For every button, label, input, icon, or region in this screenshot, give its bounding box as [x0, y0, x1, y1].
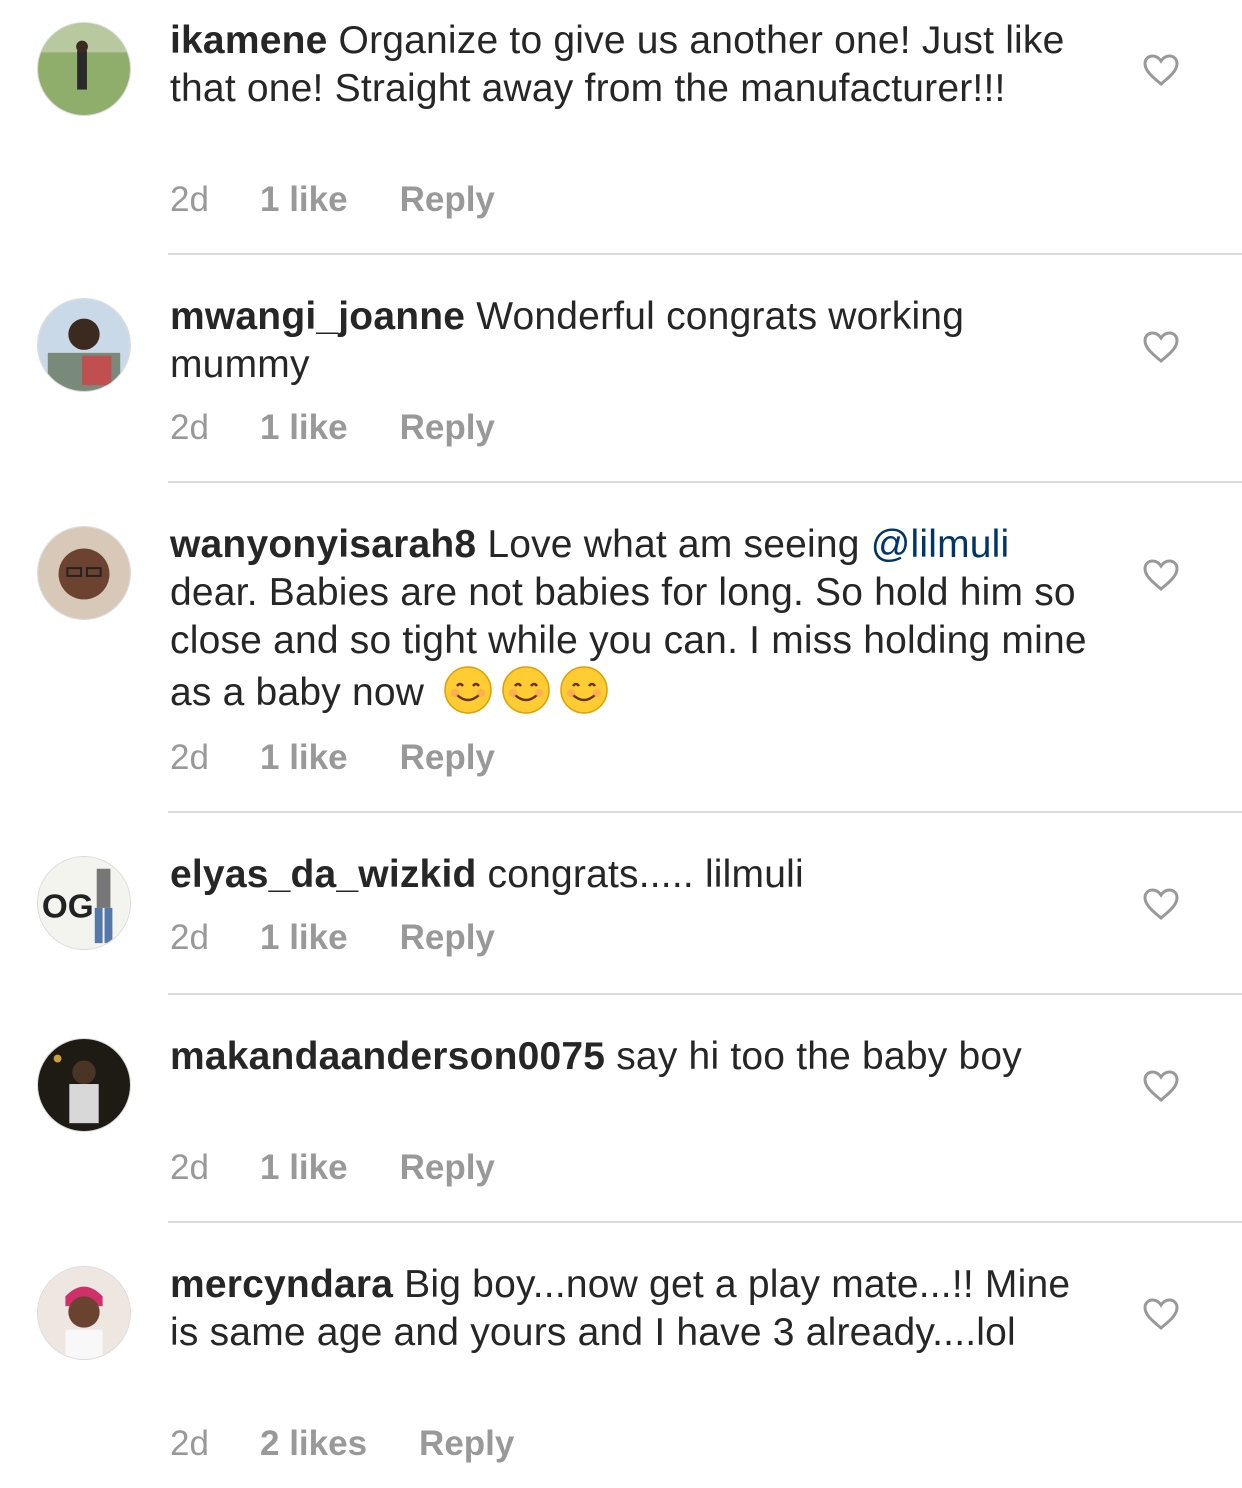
comment-meta: 2d 1 like Reply	[170, 918, 495, 958]
avatar-og-text: OG	[42, 889, 94, 926]
comment-meta: 2d 2 likes Reply	[170, 1424, 514, 1464]
comment-text: mwangi_joanne Wonderful congrats working…	[170, 293, 1100, 389]
divider	[168, 1221, 1242, 1223]
reply-button[interactable]: Reply	[400, 180, 495, 220]
avatar[interactable]	[37, 1266, 131, 1360]
avatar[interactable]	[37, 298, 131, 392]
comment-text: makandaanderson0075 say hi too the baby …	[170, 1033, 1100, 1081]
avatar[interactable]	[37, 526, 131, 620]
comment-body: congrats..... lilmuli	[476, 853, 804, 896]
comment-likes[interactable]: 1 like	[260, 408, 348, 448]
comment-likes[interactable]: 1 like	[260, 918, 348, 958]
comment-meta: 2d 1 like Reply	[170, 1148, 495, 1188]
comment-text: elyas_da_wizkid congrats..... lilmuli	[170, 851, 1100, 899]
comment-time: 2d	[170, 1148, 209, 1187]
comment-meta: 2d 1 like Reply	[170, 408, 495, 448]
heart-outline-icon[interactable]	[1142, 1297, 1180, 1331]
avatar[interactable]	[37, 22, 131, 116]
comment-username[interactable]: ikamene	[170, 19, 328, 62]
reply-button[interactable]: Reply	[400, 408, 495, 448]
smiling-face-emoji	[444, 666, 492, 714]
comment-body: dear. Babies are not babies for long. So…	[170, 571, 1087, 714]
reply-button[interactable]: Reply	[400, 918, 495, 958]
comment-likes[interactable]: 1 like	[260, 1148, 348, 1188]
comment-text: ikamene Organize to give us another one!…	[170, 17, 1100, 113]
comment-likes[interactable]: 1 like	[260, 738, 348, 778]
comment-time: 2d	[170, 180, 209, 219]
comment-time: 2d	[170, 738, 209, 777]
comment-body: say hi too the baby boy	[605, 1035, 1022, 1078]
divider	[168, 253, 1242, 255]
comment-likes[interactable]: 2 likes	[260, 1424, 367, 1464]
comment-body: Love what am seeing	[476, 523, 871, 566]
divider	[168, 993, 1242, 995]
comment-meta: 2d 1 like Reply	[170, 738, 495, 778]
smiling-face-emoji	[502, 666, 550, 714]
comment-text: wanyonyisarah8 Love what am seeing @lilm…	[170, 521, 1100, 717]
heart-outline-icon[interactable]	[1142, 1069, 1180, 1103]
comment-username[interactable]: mercyndara	[170, 1263, 393, 1306]
comment-text: mercyndara Big boy...now get a play mate…	[170, 1261, 1100, 1357]
mention-link[interactable]: @lilmuli	[871, 523, 1010, 566]
divider	[168, 481, 1242, 483]
comment-time: 2d	[170, 918, 209, 957]
heart-outline-icon[interactable]	[1142, 558, 1180, 592]
comment-time: 2d	[170, 1424, 209, 1463]
smiling-face-emoji	[560, 666, 608, 714]
comment-username[interactable]: mwangi_joanne	[170, 295, 465, 338]
comment-username[interactable]: elyas_da_wizkid	[170, 853, 477, 896]
comment-time: 2d	[170, 408, 209, 447]
divider	[168, 811, 1242, 813]
heart-outline-icon[interactable]	[1142, 330, 1180, 364]
reply-button[interactable]: Reply	[400, 738, 495, 778]
heart-outline-icon[interactable]	[1142, 887, 1180, 921]
avatar[interactable]: OG	[37, 856, 131, 950]
reply-button[interactable]: Reply	[419, 1424, 514, 1464]
heart-outline-icon[interactable]	[1142, 53, 1180, 87]
reply-button[interactable]: Reply	[400, 1148, 495, 1188]
avatar[interactable]	[37, 1038, 131, 1132]
comment-likes[interactable]: 1 like	[260, 180, 348, 220]
comment-username[interactable]: makandaanderson0075	[170, 1035, 605, 1078]
comment-username[interactable]: wanyonyisarah8	[170, 523, 476, 566]
comment-meta: 2d 1 like Reply	[170, 180, 495, 220]
